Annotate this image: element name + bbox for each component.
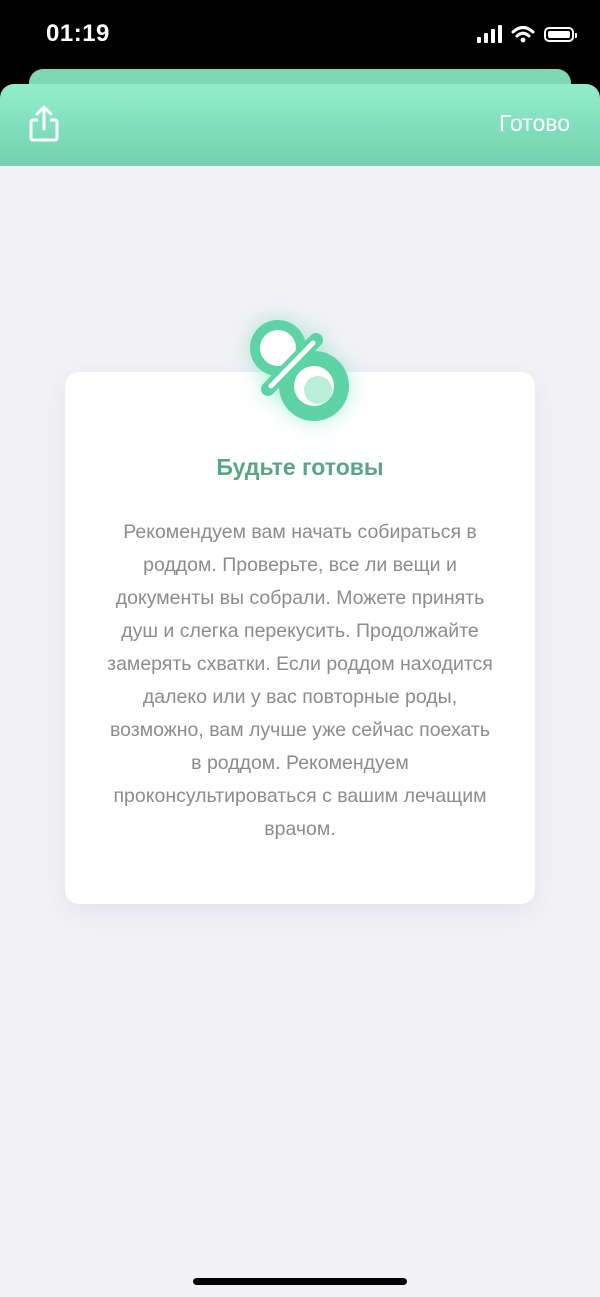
status-icons (477, 25, 577, 43)
card-title: Будьте готовы (216, 454, 384, 480)
card-body: Рекомендуем вам начать собираться в родд… (107, 521, 493, 840)
status-time: 01:19 (46, 20, 110, 47)
info-card: Будьте готовы Рекомендуем вам начать соб… (65, 372, 535, 904)
share-button[interactable] (26, 104, 62, 144)
share-icon (29, 105, 59, 142)
pacifier-icon (250, 320, 349, 421)
sheet-header: Готово (0, 84, 600, 166)
done-button[interactable]: Готово (499, 110, 570, 137)
battery-icon (544, 26, 577, 42)
signal-icon (477, 25, 502, 43)
wifi-icon (511, 26, 535, 43)
home-indicator (193, 1278, 407, 1285)
